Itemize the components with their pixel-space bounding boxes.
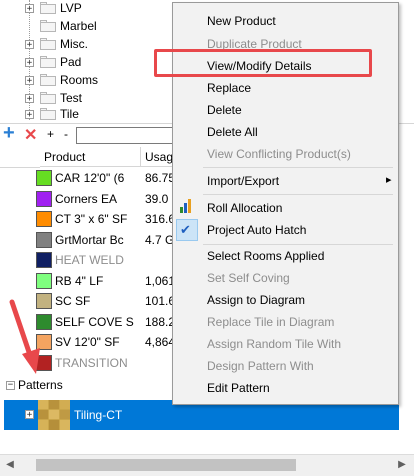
product-name: CAR 12'0" (6 [55,171,125,185]
scroll-right-icon[interactable]: ▶ [396,459,408,471]
expand-icon[interactable]: + [25,109,34,119]
product-name: TRANSITION [55,355,128,370]
menu-separator [203,244,393,245]
tree-folder-label: Test [60,91,83,105]
tree-folder-label: LVP [60,1,82,15]
tile-pattern-icon [38,400,70,430]
product-name: HEAT WELD [55,253,124,267]
tree-folder-lvp[interactable]: + LVP [25,0,82,16]
horizontal-scrollbar[interactable]: ◀ ▶ [0,454,414,476]
product-name: SC SF [55,294,91,308]
tree-folder-label: Marbel [60,19,97,33]
expand-all-button[interactable]: + [47,127,54,141]
product-row[interactable]: GrtMortar Bc 4.7 Gal [36,230,181,250]
tree-folder-misc[interactable]: + Misc. [25,36,88,52]
tree-folder-rooms[interactable]: + Rooms [25,72,98,88]
color-swatch [36,252,52,268]
menu-separator [203,167,393,168]
product-row[interactable]: HEAT WELD [36,250,181,270]
expand-icon[interactable]: + [25,57,34,67]
search-input[interactable] [76,127,176,144]
product-row[interactable]: Corners EA 39.0 [36,189,181,209]
check-icon: ✔ [180,222,191,237]
product-name: GrtMortar Bc [55,232,124,247]
color-swatch [36,231,52,248]
pattern-item-label: Tiling-CT [74,408,123,422]
product-row[interactable]: CAR 12'0" (686.7560 [36,168,181,188]
menu-item-assign-random-tile-with[interactable]: Assign Random Tile With [207,337,341,351]
menu-item-delete-all[interactable]: Delete All [207,125,258,139]
tree-folder-label: Pad [60,55,82,69]
add-product-button[interactable]: + [3,122,15,145]
tree-folder-pad[interactable]: + Pad [25,54,81,70]
product-row[interactable]: SELF COVE S 188.25 [36,312,181,332]
folder-icon [40,108,56,120]
product-name: SV 12'0" SF [55,335,120,349]
folder-icon [40,92,56,104]
folder-icon [40,2,56,14]
roll-allocation-icon [180,199,191,213]
product-row[interactable]: RB 4" LF1,061.1 [36,271,181,291]
menu-item-edit-pattern[interactable]: Edit Pattern [207,381,270,395]
folder-icon [40,38,56,50]
product-row[interactable]: TRANSITION [36,353,181,373]
menu-item-import-export[interactable]: Import/Export [207,174,279,188]
folder-icon [40,74,56,86]
patterns-group[interactable]: − Patterns [6,378,63,392]
product-name: CT 3" x 6" SF [55,212,128,226]
menu-item-select-rooms-applied[interactable]: Select Rooms Applied [207,249,324,263]
column-header-product[interactable]: Product [40,147,141,167]
color-swatch [36,170,52,186]
tree-folder-label: Rooms [60,73,99,87]
delete-product-button[interactable]: ✕ [24,125,37,145]
menu-item-delete[interactable]: Delete [207,103,242,117]
tree-folder-test[interactable]: + Test [25,90,82,106]
menu-item-project-auto-hatch[interactable]: Project Auto Hatch [207,223,306,237]
product-row[interactable]: SV 12'0" SF4,864.8 [36,332,181,352]
product-name: SELF COVE S [55,314,134,329]
menu-item-roll-allocation[interactable]: Roll Allocation [207,201,282,215]
scroll-left-icon[interactable]: ◀ [4,459,16,471]
expand-icon[interactable]: + [25,3,34,13]
patterns-label: Patterns [18,378,63,392]
submenu-arrow-icon: ▸ [386,174,392,186]
annotation-arrow-icon [9,299,40,374]
tree-folder-tile[interactable]: + Tile [25,108,79,120]
collapse-all-button[interactable]: - [64,127,68,141]
tree-folder-label: Misc. [60,37,88,51]
menu-separator [203,194,393,195]
annotation-highlight-box [154,49,372,77]
color-swatch [36,211,52,227]
expand-icon[interactable]: + [25,410,34,420]
menu-item-new-product[interactable]: New Product [207,14,276,28]
color-swatch [36,272,52,289]
product-row[interactable]: SC SF 101.60 [36,291,181,311]
expand-icon[interactable]: + [25,75,34,85]
scrollbar-thumb[interactable] [36,459,296,471]
expand-icon[interactable]: + [25,93,34,103]
menu-item-set-self-coving[interactable]: Set Self Coving [207,271,290,285]
folder-icon [40,20,56,32]
tree-folder-label: Tile [60,108,79,120]
product-name: RB 4" LF [55,273,104,288]
product-row[interactable]: CT 3" x 6" SF 316.66 [36,209,181,229]
header-left-filler [0,147,40,168]
folder-icon [40,56,56,68]
menu-item-view-conflicting-products[interactable]: View Conflicting Product(s) [207,147,351,161]
menu-item-design-pattern-with[interactable]: Design Pattern With [207,359,314,373]
menu-item-replace[interactable]: Replace [207,81,251,95]
menu-item-assign-to-diagram[interactable]: Assign to Diagram [207,293,305,307]
color-swatch [36,190,52,207]
tree-folder-marbel[interactable]: Marbel [25,18,97,34]
collapse-icon[interactable]: − [6,380,15,390]
menu-item-replace-tile-in-diagram[interactable]: Replace Tile in Diagram [207,315,334,329]
product-name: Corners EA [55,191,118,206]
expand-icon[interactable]: + [25,39,34,49]
